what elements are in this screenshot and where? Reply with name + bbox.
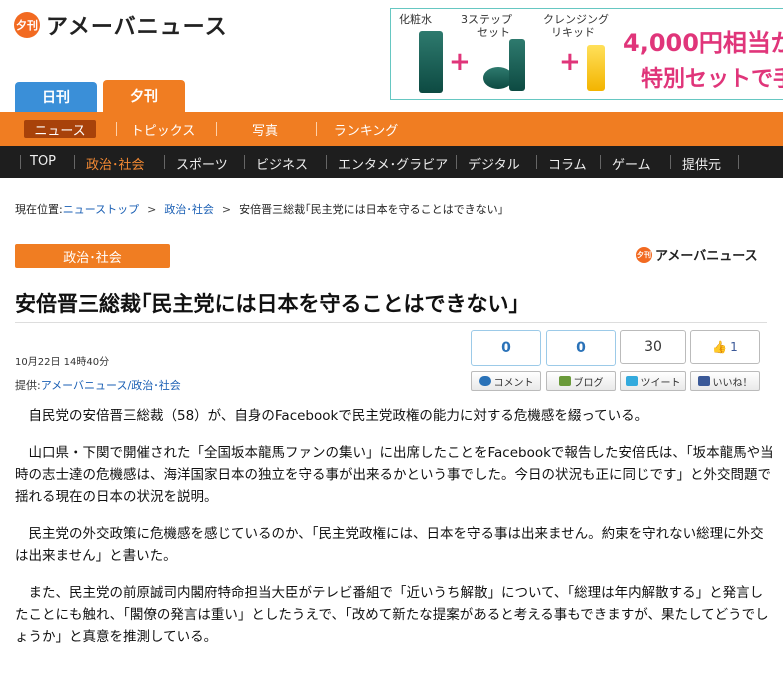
nav-divider <box>316 122 317 136</box>
blog-icon <box>558 376 571 386</box>
category-top[interactable]: TOP <box>30 154 56 169</box>
nav-divider <box>670 155 671 169</box>
article-date: 10月22日 14時40分 <box>15 357 110 368</box>
ad-banner[interactable]: 化粧水 3ステップ セット クレンジング リキッド + + 4,000円相当が … <box>390 8 783 100</box>
article-body: 自民党の安倍晋三総裁（58）が、自身のFacebookで民主党政権の能力に対する… <box>15 405 775 663</box>
ad-subheadline: 特別セットで手 <box>641 67 783 92</box>
twitter-bird-icon <box>625 376 638 386</box>
category-entertainment[interactable]: エンタメ･グラビア <box>338 154 448 173</box>
blog-button[interactable]: ブログ <box>546 371 616 391</box>
nav-topics[interactable]: トピックス <box>124 120 202 139</box>
category-providers[interactable]: 提供元 <box>682 154 721 173</box>
tab-morning-edition[interactable]: 日刊 <box>15 82 97 112</box>
nav-photos[interactable]: 写真 <box>230 120 300 139</box>
nav-divider <box>738 155 739 169</box>
small-logo-text: アメーバニュース <box>655 249 758 264</box>
category-business[interactable]: ビジネス <box>256 154 308 173</box>
blog-count[interactable]: 0 <box>546 330 616 366</box>
ad-product-tube <box>509 39 525 91</box>
nav-divider <box>456 155 457 169</box>
nav-divider <box>20 155 21 169</box>
ad-product-cleansing <box>587 45 605 91</box>
nav-divider <box>326 155 327 169</box>
tweet-button-label: ツイート <box>640 377 681 389</box>
logo-text: アメーバニュース <box>46 15 228 40</box>
source-link[interactable]: アメーバニュース/政治･社会 <box>41 379 181 392</box>
nav-divider <box>244 155 245 169</box>
nav-divider <box>216 122 217 136</box>
category-game[interactable]: ゲーム <box>612 154 651 173</box>
breadcrumb-prefix: 現在位置: <box>15 203 63 216</box>
nav-divider <box>600 155 601 169</box>
comment-button[interactable]: コメント <box>471 371 541 391</box>
nav-ranking[interactable]: ランキング <box>326 120 406 139</box>
headline-divider <box>15 322 767 323</box>
site-logo[interactable]: 夕刊 アメーバニュース <box>14 8 244 42</box>
breadcrumb-news-top[interactable]: ニューストップ <box>63 203 139 216</box>
like-button-label: いいね！ <box>712 377 753 389</box>
breadcrumb-current: 安倍晋三総裁｢民主党には日本を守ることはできない｣ <box>239 203 504 216</box>
article-source: 提供:アメーバニュース/政治･社会 <box>15 377 181 393</box>
logo-badge: 夕刊 <box>14 12 40 38</box>
ad-plus-icon-2: + <box>559 47 581 77</box>
ad-label-liquid: リキッド <box>551 26 595 39</box>
comment-button-label: コメント <box>493 377 534 389</box>
breadcrumb-politics-society[interactable]: 政治･社会 <box>164 203 214 216</box>
ad-product-bottle <box>419 31 443 93</box>
ad-headline: 4,000円相当が <box>623 29 783 57</box>
breadcrumb-separator: > <box>221 203 232 216</box>
tweet-count[interactable]: 30 <box>620 330 686 364</box>
article-source-logo: 夕刊 アメーバニュース <box>636 245 758 264</box>
tweet-button[interactable]: ツイート <box>620 371 686 391</box>
facebook-icon <box>697 376 710 386</box>
article-headline: 安倍晋三総裁｢民主党には日本を守ることはできない｣ <box>15 292 519 316</box>
nav-divider <box>116 122 117 136</box>
source-prefix: 提供: <box>15 379 41 392</box>
nav-divider <box>74 155 75 169</box>
nav-divider <box>164 155 165 169</box>
article-paragraph: 山口県・下関で開催された「全国坂本龍馬ファンの集い」に出席したことをFacebo… <box>15 445 774 505</box>
nav-divider <box>536 155 537 169</box>
article-paragraph: 自民党の安倍晋三総裁（58）が、自身のFacebookで民主党政権の能力に対する… <box>28 408 649 424</box>
ad-label-toner: 化粧水 <box>399 13 432 26</box>
category-politics-society[interactable]: 政治･社会 <box>86 154 145 173</box>
breadcrumb: 現在位置:ニューストップ > 政治･社会 > 安倍晋三総裁｢民主党には日本を守ることはで… <box>15 201 503 217</box>
blog-button-label: ブログ <box>573 377 604 389</box>
article-paragraph: 民主党の外交政策に危機感を感じているのか、「民主党政権には、日本を守る事は出来ま… <box>15 526 764 564</box>
facebook-like-button[interactable]: いいね！ <box>690 371 760 391</box>
thumbs-up-icon: 👍 <box>712 340 728 354</box>
comment-count[interactable]: 0 <box>471 330 541 366</box>
article-paragraph: また、民主党の前原誠司内閣府特命担当大臣がテレビ番組で「近いうち解散」について、… <box>15 585 769 645</box>
category-digital[interactable]: デジタル <box>468 154 520 173</box>
ad-label-set: セット <box>477 26 510 39</box>
breadcrumb-separator: > <box>147 203 157 216</box>
section-nav: ニュース トピックス 写真 ランキング <box>0 112 783 146</box>
comment-icon <box>478 376 491 386</box>
small-logo-badge: 夕刊 <box>636 246 652 263</box>
tab-evening-edition[interactable]: 夕刊 <box>103 80 185 112</box>
category-column[interactable]: コラム <box>548 154 587 173</box>
like-count: 1 <box>730 340 738 354</box>
ad-plus-icon: + <box>449 47 471 77</box>
category-sports[interactable]: スポーツ <box>176 154 228 173</box>
like-count-box[interactable]: 👍 1 <box>690 330 760 364</box>
nav-news[interactable]: ニュース <box>24 120 96 139</box>
category-nav: TOP 政治･社会 スポーツ ビジネス エンタメ･グラビア デジタル コラム ゲ… <box>0 146 783 178</box>
category-label[interactable]: 政治･社会 <box>15 244 170 268</box>
